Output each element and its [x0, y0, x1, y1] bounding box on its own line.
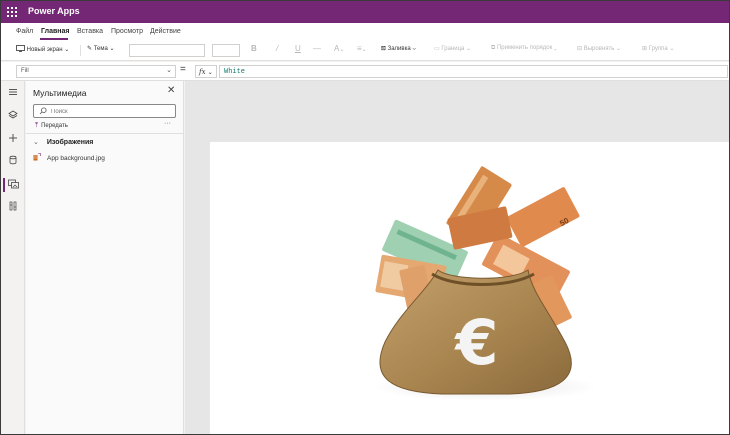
group-label: Группа: [648, 46, 668, 52]
media-file-name: App background.jpg: [47, 155, 105, 162]
chevron-down-icon: ⌄: [109, 46, 115, 52]
banknote: 50: [506, 187, 580, 247]
paint-bucket-icon: ⛾: [381, 46, 386, 52]
left-rail: [1, 81, 25, 434]
euro-symbol: €: [453, 306, 498, 379]
database-icon[interactable]: [7, 155, 19, 167]
underline-button[interactable]: U: [295, 44, 301, 53]
border-icon: ▭: [434, 46, 440, 52]
divider: [80, 45, 81, 56]
search-input[interactable]: [51, 107, 171, 116]
chevron-down-icon: ⌄: [64, 47, 70, 53]
formula-bar: Fill ⌄ = fx ⌄ White: [1, 62, 729, 81]
hamburger-icon[interactable]: [7, 87, 19, 99]
strikethrough-button[interactable]: —: [313, 44, 321, 53]
chevron-down-icon: ⌄: [33, 139, 39, 146]
panel-title: Мультимедиа: [33, 88, 87, 98]
fill-label: Заливка: [387, 46, 411, 52]
images-group-header[interactable]: ⌄ Изображения: [33, 138, 93, 146]
arrange-button[interactable]: ⊟ Выровнять ⌄: [577, 45, 621, 52]
equals-sign: =: [180, 64, 186, 75]
media-file-item[interactable]: App background.jpg: [33, 153, 105, 162]
brush-icon: ✎: [87, 46, 93, 52]
property-label: Fill: [21, 68, 29, 74]
menu-file[interactable]: Файл: [16, 28, 33, 35]
screen-icon: [16, 45, 25, 52]
border-label: Граница: [441, 46, 465, 52]
chevron-down-icon: ⌄: [166, 67, 172, 74]
chevron-down-icon: ⌄: [669, 46, 675, 52]
money-bag-image[interactable]: 50 €: [210, 142, 729, 434]
images-group-label: Изображения: [46, 139, 94, 146]
new-screen-label: Новый экран: [26, 47, 63, 53]
app-window: Power Apps Файл Главная Вставка Просмотр…: [1, 1, 729, 434]
menu-action[interactable]: Действие: [150, 28, 181, 35]
chevron-down-icon: ⌄: [616, 46, 622, 52]
arrange-icon: ⊟: [577, 46, 583, 52]
bold-button[interactable]: B: [251, 44, 257, 53]
layers-icon[interactable]: [7, 110, 19, 122]
active-rail-indicator: [3, 178, 5, 192]
menu-bar: Файл Главная Вставка Просмотр Действие: [1, 23, 729, 41]
tools-icon[interactable]: [7, 201, 19, 213]
app-title: Power Apps: [28, 6, 80, 16]
title-bar: Power Apps: [1, 1, 729, 23]
upload-label: Передать: [41, 123, 68, 129]
menu-home[interactable]: Главная: [41, 28, 69, 35]
search-icon: [39, 107, 47, 115]
formula-input[interactable]: White: [219, 65, 728, 78]
chevron-down-icon: ⌄: [207, 69, 213, 76]
chevron-down-icon: ⌄: [339, 47, 345, 53]
chevron-down-icon: ⌄: [553, 45, 557, 51]
font-family-select[interactable]: [129, 44, 205, 57]
media-panel: Мультимедиа ✕ ⤒Передать ··· ⌄ Изображения…: [26, 81, 184, 434]
upload-button[interactable]: ⤒ Передать: [35, 122, 68, 130]
reorder-label: Применить порядок: [496, 45, 553, 51]
close-icon[interactable]: ✕: [167, 86, 175, 96]
fx-label: fx: [199, 68, 206, 76]
font-size-select[interactable]: [212, 44, 240, 57]
plus-icon[interactable]: [7, 133, 19, 145]
active-tab-indicator: [40, 38, 68, 40]
chevron-down-icon: ⌄: [466, 46, 472, 52]
theme-button[interactable]: ✎ Тема ⌄: [87, 45, 115, 52]
italic-button[interactable]: /: [276, 44, 278, 53]
divider: [26, 133, 184, 134]
property-select[interactable]: Fill ⌄: [16, 65, 176, 78]
more-options-button[interactable]: ···: [164, 120, 171, 127]
arrange-label: Выровнять: [583, 46, 615, 52]
fx-button[interactable]: fx ⌄: [195, 65, 217, 78]
media-icon[interactable]: [7, 179, 19, 191]
chevron-down-icon: ⌄: [361, 47, 367, 53]
app-launcher-icon[interactable]: [7, 7, 17, 17]
font-color-button[interactable]: A⌄: [334, 44, 344, 53]
group-button[interactable]: ⊞ Группа ⌄: [642, 45, 674, 52]
app-screen[interactable]: 50 €: [210, 142, 729, 434]
chevron-down-icon: ⌄: [412, 46, 417, 52]
menu-view[interactable]: Просмотр: [111, 28, 143, 35]
canvas-workspace: 50 €: [185, 81, 729, 434]
menu-insert[interactable]: Вставка: [77, 28, 103, 35]
reorder-button[interactable]: ⧉ Применить порядок ⌄: [491, 45, 557, 52]
image-file-icon: [33, 153, 41, 161]
upload-icon: ⤒: [35, 122, 39, 129]
reorder-icon: ⧉: [491, 45, 496, 51]
ribbon-toolbar: Новый экран ⌄ ✎ Тема ⌄ B / U — A⌄ ≡⌄ ⛾ З…: [1, 41, 729, 61]
fill-button[interactable]: ⛾ Заливка ⌄: [381, 45, 416, 53]
new-screen-button[interactable]: Новый экран ⌄: [16, 45, 69, 53]
search-box[interactable]: [33, 104, 176, 118]
border-button[interactable]: ▭ Граница ⌄: [434, 45, 471, 52]
align-button[interactable]: ≡⌄: [357, 44, 367, 53]
group-icon: ⊞: [642, 46, 648, 52]
theme-label: Тема: [93, 46, 108, 52]
